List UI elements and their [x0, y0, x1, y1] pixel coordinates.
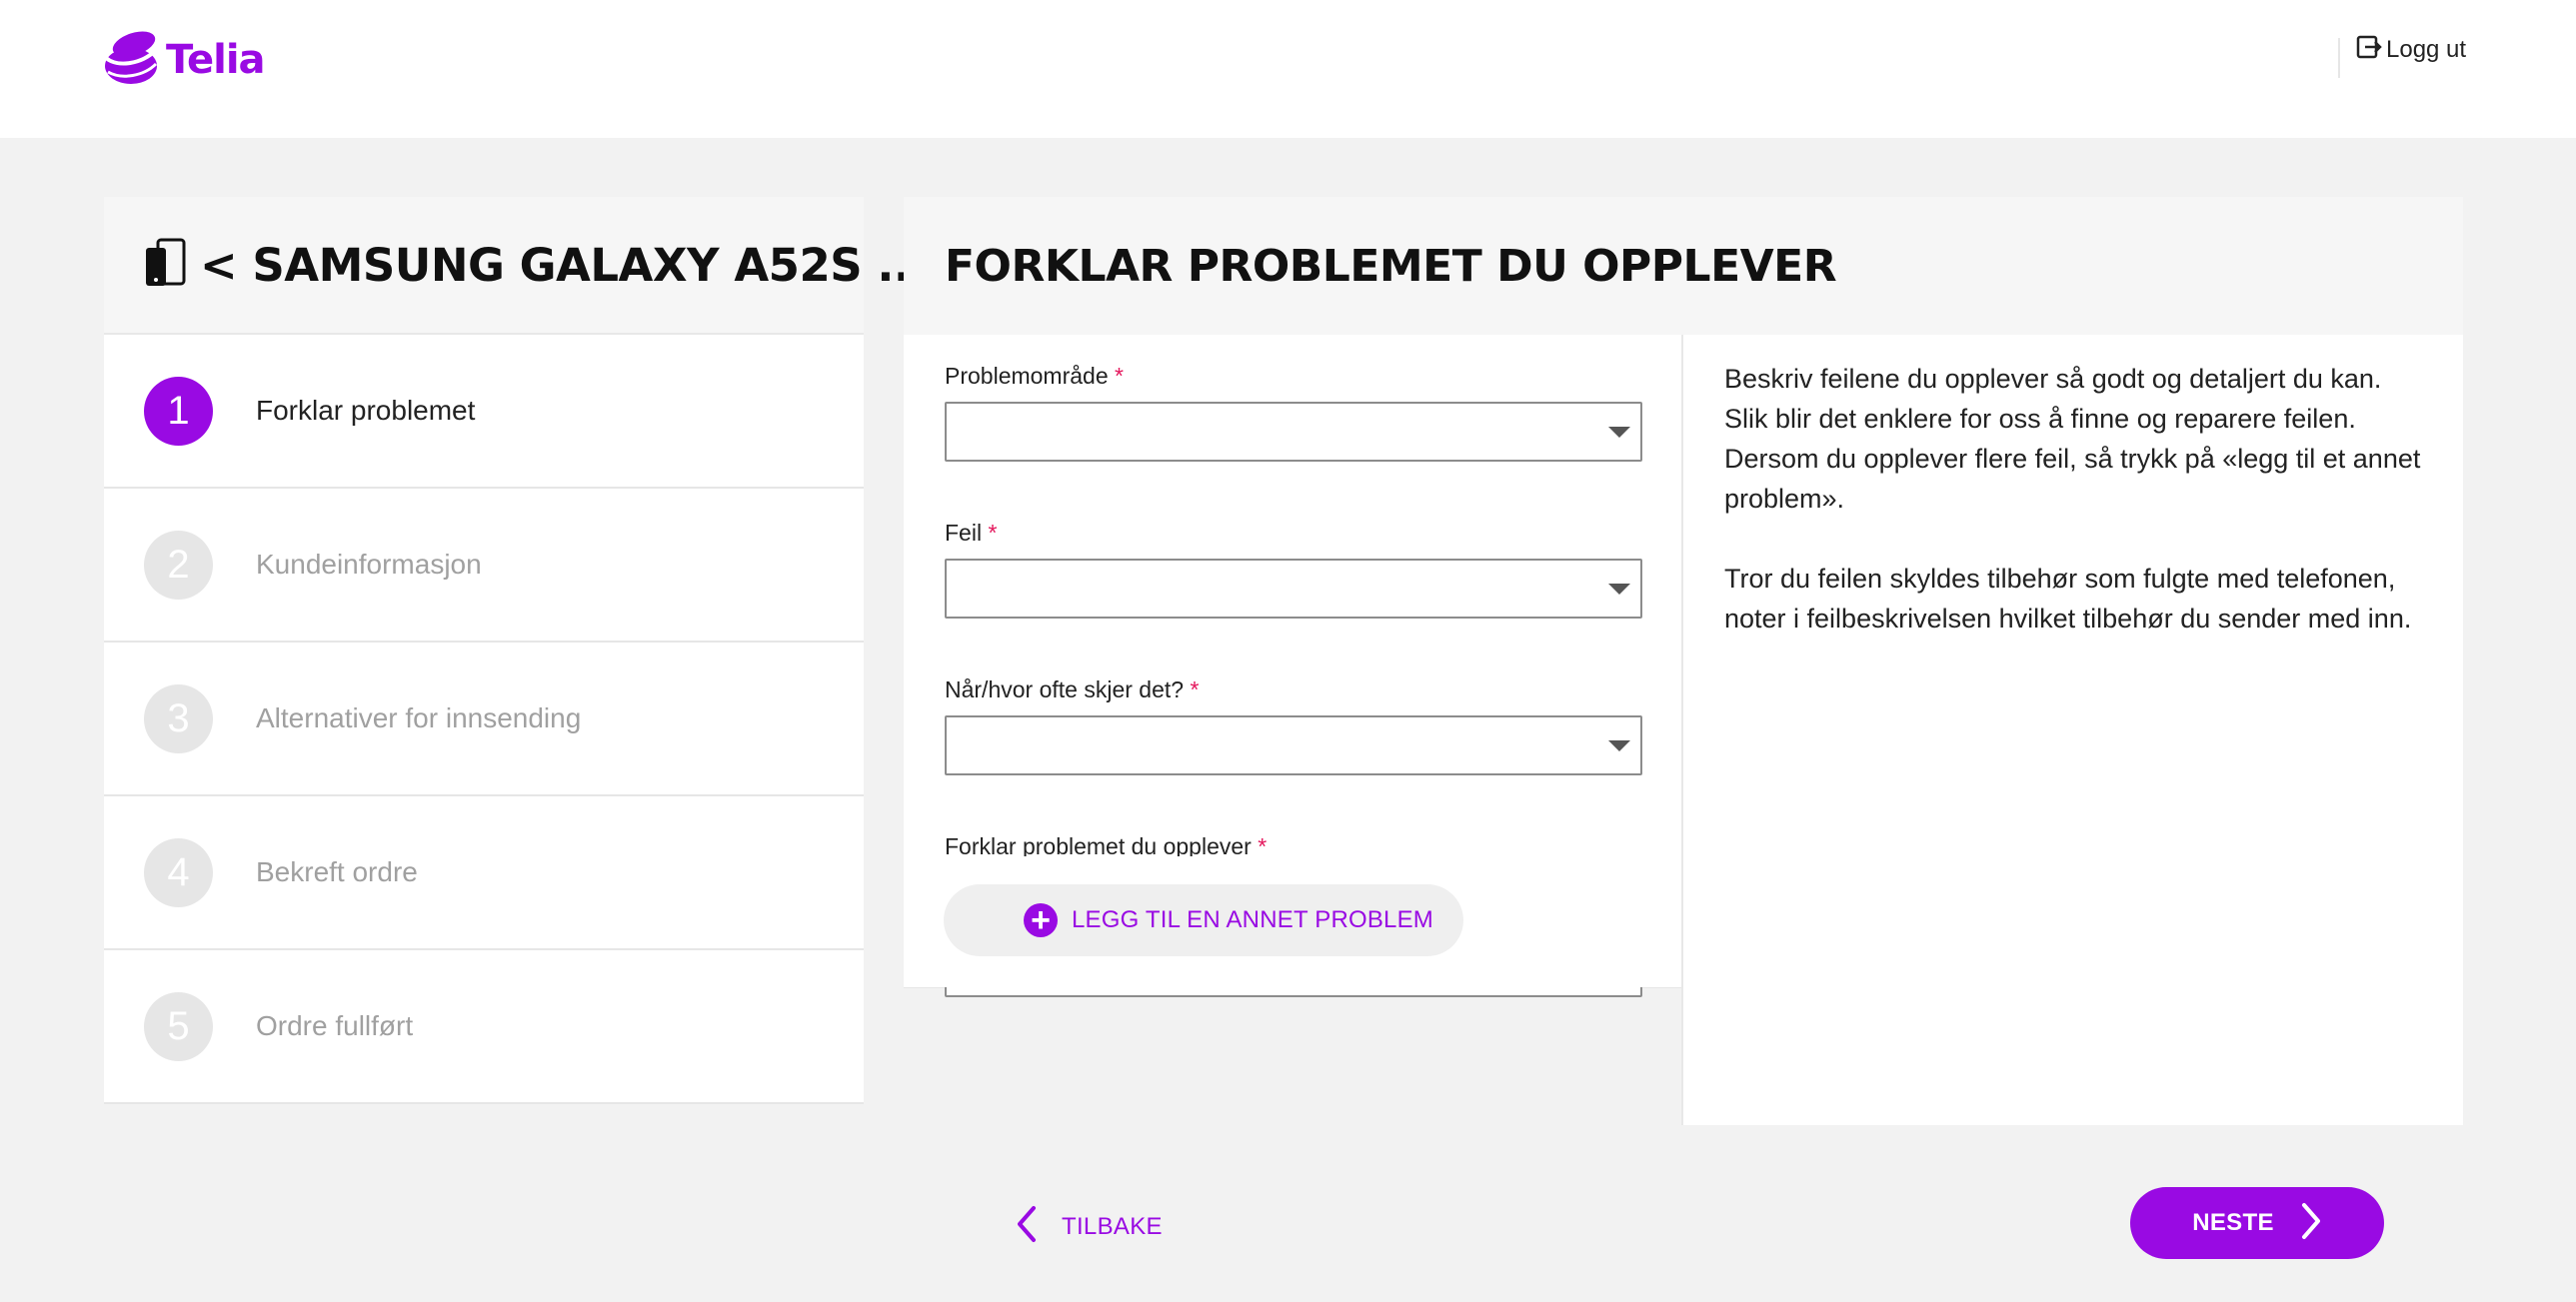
main-header: FORKLAR PROBLEMET DU OPPLEVER [904, 197, 2463, 335]
required-marker: * [988, 520, 998, 546]
step-number: 3 [144, 683, 213, 753]
step-number: 2 [144, 530, 213, 600]
next-button[interactable]: NESTE [2130, 1187, 2384, 1259]
device-header[interactable]: < SAMSUNG GALAXY A52S ... [104, 197, 928, 335]
frequency-label: Når/hvor ofte skjer det? * [945, 676, 1200, 702]
step-label: Kundeinformasjon [256, 549, 482, 580]
back-label: TILBAKE [1062, 1212, 1163, 1240]
help-info: Beskriv feilene du opplever så godt og d… [1683, 335, 2463, 1125]
logout-button[interactable]: Logg ut [2356, 34, 2466, 65]
logo-text: Telia [166, 36, 266, 83]
problem-area-select[interactable] [945, 402, 1642, 462]
plus-icon: + [1024, 903, 1058, 937]
required-marker: * [1190, 676, 1200, 702]
device-icon [144, 238, 186, 293]
back-button[interactable]: TILBAKE [1016, 1204, 1163, 1249]
next-label: NESTE [2192, 1209, 2274, 1236]
add-problem-button[interactable]: + LEGG TIL EN ANNET PROBLEM [944, 884, 1463, 956]
required-marker: * [1115, 363, 1124, 389]
chevron-left-icon [1016, 1204, 1038, 1249]
add-problem-area: + LEGG TIL EN ANNET PROBLEM [904, 856, 1681, 987]
chevron-down-icon [1608, 427, 1630, 438]
device-title: < SAMSUNG GALAXY A52S ... [200, 238, 928, 292]
top-header: Telia Logg ut [0, 0, 2576, 138]
header-divider [2338, 38, 2340, 78]
error-label: Feil * [945, 520, 998, 546]
logout-icon [2356, 34, 2382, 65]
step-number: 4 [144, 837, 213, 907]
step-ordre-fullfort: 5 Ordre fullført [104, 950, 864, 1104]
page-title: FORKLAR PROBLEMET DU OPPLEVER [945, 241, 1837, 292]
problem-area-label: Problemområde * [945, 363, 1124, 389]
add-problem-label: LEGG TIL EN ANNET PROBLEM [1072, 906, 1433, 933]
step-label: Ordre fullført [256, 1010, 414, 1041]
main-content: FORKLAR PROBLEMET DU OPPLEVER Problemomr… [904, 197, 2463, 1302]
step-alternativer-for-innsending: 3 Alternativer for innsending [104, 643, 864, 796]
step-label: Forklar problemet [256, 395, 476, 426]
chevron-right-icon [2300, 1201, 2322, 1246]
step-label: Alternativer for innsending [256, 702, 582, 733]
step-number: 5 [144, 991, 213, 1061]
chevron-down-icon [1608, 584, 1630, 595]
telia-logo-icon [104, 28, 158, 91]
step-kundeinformasjon: 2 Kundeinformasjon [104, 489, 864, 643]
info-paragraph: Tror du feilen skyldes tilbehør som fulg… [1724, 564, 2412, 634]
frequency-select[interactable] [945, 715, 1642, 775]
telia-logo[interactable]: Telia [104, 28, 266, 91]
step-forklar-problemet: 1 Forklar problemet [104, 335, 864, 489]
logout-label: Logg ut [2386, 35, 2467, 63]
chevron-down-icon [1608, 740, 1630, 751]
step-number: 1 [144, 376, 213, 446]
progress-stepper: < SAMSUNG GALAXY A52S ... 1 Forklar prob… [104, 197, 928, 1104]
info-paragraph: Beskriv feilene du opplever så godt og d… [1724, 364, 2421, 514]
step-bekreft-ordre: 4 Bekreft ordre [104, 796, 864, 950]
step-label: Bekreft ordre [256, 856, 418, 887]
error-select[interactable] [945, 559, 1642, 619]
